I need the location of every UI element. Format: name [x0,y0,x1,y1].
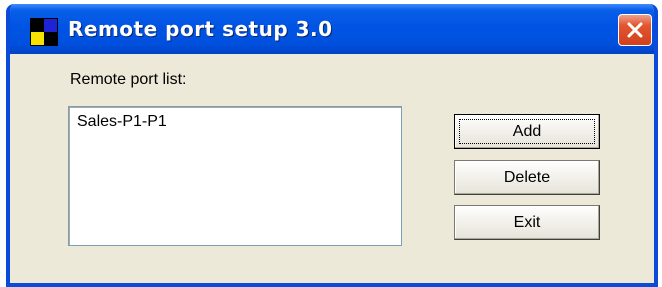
window-title: Remote port setup 3.0 [68,17,333,41]
app-icon [30,18,58,46]
add-button[interactable]: Add [454,114,600,149]
title-bar[interactable]: Remote port setup 3.0 [10,4,654,54]
remote-port-list-label: Remote port list: [70,71,187,88]
add-button-label: Add [512,123,542,140]
close-icon [627,22,643,38]
remote-port-listbox[interactable]: Sales-P1-P1 [68,106,402,246]
exit-button-label: Exit [513,214,541,231]
delete-button-label: Delete [503,169,551,186]
list-item[interactable]: Sales-P1-P1 [77,113,167,131]
close-button[interactable] [618,14,652,46]
delete-button[interactable]: Delete [454,160,600,195]
dialog-window: Remote port setup 3.0 Remote port list: … [6,4,658,287]
exit-button[interactable]: Exit [454,205,600,240]
